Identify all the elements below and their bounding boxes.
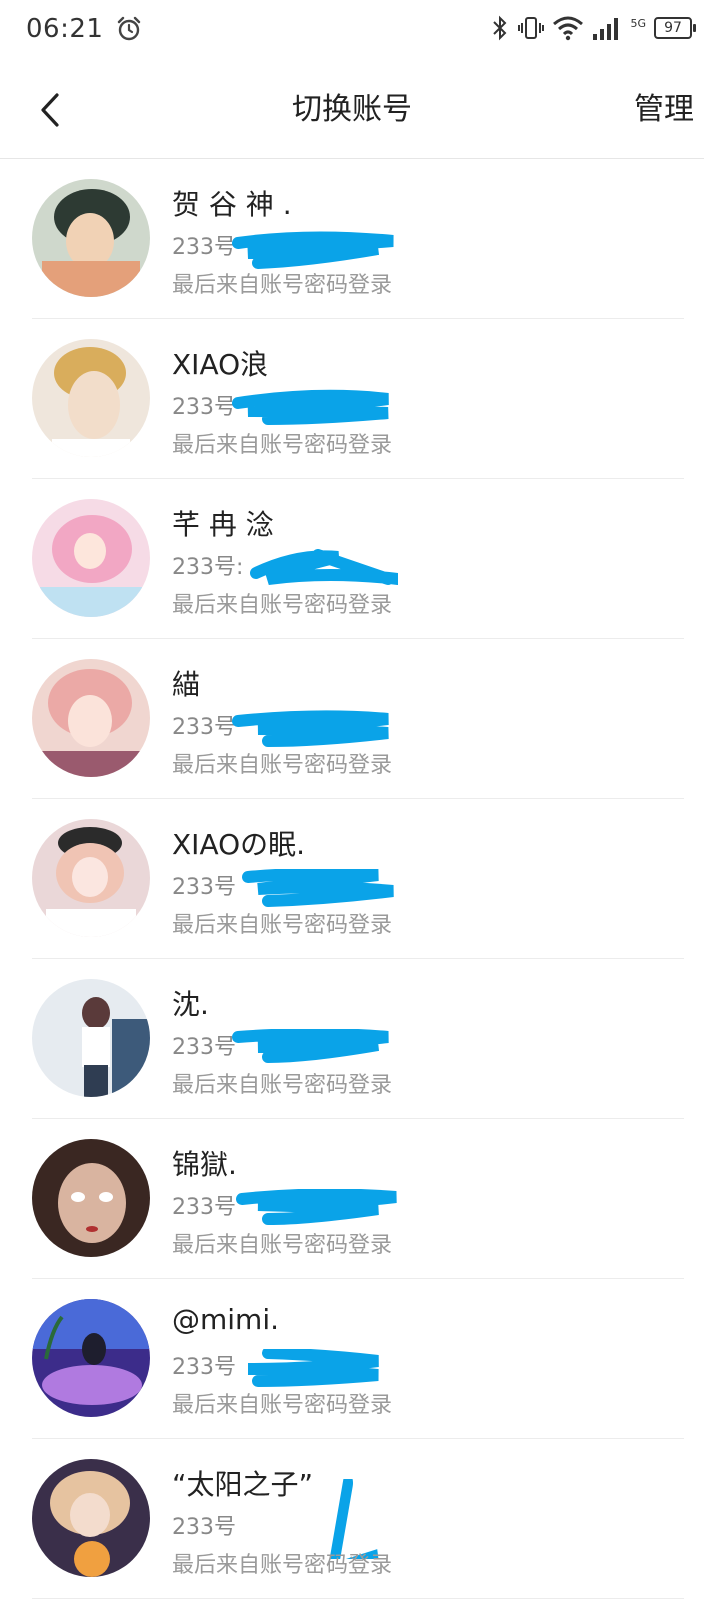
avatar [32, 339, 150, 457]
avatar [32, 659, 150, 777]
account-name: 贺 谷 神 . [172, 188, 292, 221]
account-id: 233号 [172, 1515, 236, 1540]
status-bar: 06:21 5G 97 [0, 0, 704, 62]
avatar [32, 179, 150, 297]
status-right: 5G 97 [490, 14, 696, 42]
avatar [32, 1299, 150, 1417]
header: 切换账号 管理 [0, 62, 704, 159]
account-item[interactable]: @mimi. 233号 最后来自账号密码登录 [0, 1279, 704, 1439]
redaction-scribble [250, 549, 398, 585]
account-login-note: 最后来自账号密码登录 [172, 593, 393, 618]
network-type: 5G [630, 16, 646, 30]
account-id: 233号 [172, 1035, 236, 1060]
avatar [32, 979, 150, 1097]
avatar [32, 1139, 150, 1257]
bluetooth-icon [490, 14, 510, 42]
redaction-scribble [232, 1029, 389, 1063]
account-name: 锦獄. [172, 1148, 237, 1181]
avatar [32, 499, 150, 617]
battery-tip [693, 24, 696, 32]
account-name: XIAO浪 [172, 348, 269, 381]
account-login-note: 最后来自账号密码登录 [172, 1073, 393, 1098]
account-list: 贺 谷 神 . 233号 最后来自账号密码登录 XIAO浪 233号 最后来自账… [0, 159, 704, 1599]
account-item[interactable]: 沈. 233号 最后来自账号密码登录 [0, 959, 704, 1119]
signal-icon [592, 14, 622, 42]
account-name: @mimi. [172, 1303, 280, 1336]
avatar [32, 819, 150, 937]
account-item[interactable]: “太阳之子” 233号 最后来自账号密码登录 [0, 1439, 704, 1599]
account-id: 233号 [172, 1355, 236, 1380]
account-name: 緢 [172, 668, 201, 701]
account-id: 233号 [172, 395, 236, 420]
account-id: 233号 [172, 875, 236, 900]
account-login-note: 最后来自账号密码登录 [172, 1393, 393, 1418]
account-login-note: 最后来自账号密码登录 [172, 913, 393, 938]
redaction-scribble [232, 710, 389, 747]
redaction-scribble [247, 1349, 379, 1387]
alarm-icon [115, 15, 143, 43]
account-login-note: 最后来自账号密码登录 [172, 273, 393, 298]
account-name: XIAOの眠. [172, 828, 306, 861]
status-time: 06:21 [26, 14, 104, 44]
battery-level: 97 [654, 17, 692, 39]
account-login-note: 最后来自账号密码登录 [172, 1233, 393, 1258]
battery-icon: 97 [654, 17, 696, 39]
wifi-icon [552, 14, 584, 42]
account-item[interactable]: 芊 冉 淰 233号: 最后来自账号密码登录 [0, 479, 704, 639]
account-login-note: 最后来自账号密码登录 [172, 433, 393, 458]
redaction-scribble [232, 389, 389, 425]
redaction-scribble [232, 231, 394, 269]
avatar [32, 1459, 150, 1577]
page-title: 切换账号 [292, 92, 412, 127]
redaction-scribble [236, 1189, 397, 1225]
account-login-note: 最后来自账号密码登录 [172, 1553, 393, 1578]
status-left: 06:21 [26, 14, 143, 44]
account-item[interactable]: XIAOの眠. 233号 最后来自账号密码登录 [0, 799, 704, 959]
account-item[interactable]: 锦獄. 233号 最后来自账号密码登录 [0, 1119, 704, 1279]
account-item[interactable]: XIAO浪 233号 最后来自账号密码登录 [0, 319, 704, 479]
redaction-scribble [242, 869, 394, 907]
account-id: 233号 [172, 715, 236, 740]
account-item[interactable]: 贺 谷 神 . 233号 最后来自账号密码登录 [0, 159, 704, 319]
manage-button[interactable]: 管理 [634, 62, 694, 158]
account-item[interactable]: 緢 233号 最后来自账号密码登录 [0, 639, 704, 799]
account-id: 233号 [172, 235, 236, 260]
account-id: 233号 [172, 1195, 236, 1220]
account-name: 沈. [172, 988, 209, 1021]
vibrate-icon [518, 14, 545, 42]
account-login-note: 最后来自账号密码登录 [172, 753, 393, 778]
account-name: 芊 冉 淰 [172, 508, 274, 541]
